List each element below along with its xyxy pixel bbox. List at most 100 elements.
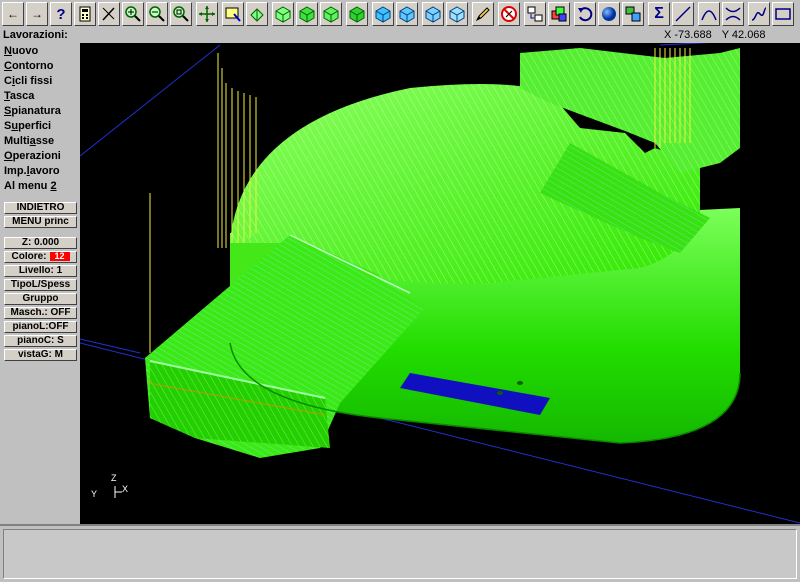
- indietro-button[interactable]: INDIETRO: [4, 202, 77, 214]
- menu-item-text: ontorno: [11, 60, 54, 72]
- menu-item[interactable]: Imp.lavoro: [4, 165, 60, 177]
- cube-icon: [399, 6, 415, 23]
- menu-princ-button[interactable]: MENU princ: [4, 216, 77, 228]
- rotate-view-button[interactable]: [246, 2, 268, 26]
- menu-item[interactable]: Multiasse: [4, 135, 54, 147]
- transfer-button[interactable]: [524, 2, 546, 26]
- status-bar: Lavorazioni: X -73.688 Y 42.068: [0, 29, 800, 43]
- menu-item[interactable]: Nuovo: [4, 45, 38, 57]
- menu-item-hotkey: 2: [50, 180, 57, 192]
- arc-button[interactable]: [698, 2, 720, 26]
- layers-icon: [551, 6, 567, 22]
- workpiece-model: [145, 48, 741, 458]
- intersect-button[interactable]: [722, 2, 744, 26]
- menu-item-hotkey: N: [4, 45, 12, 57]
- view-cube-6-button[interactable]: [396, 2, 418, 26]
- z-axis-label: Z: [111, 473, 117, 483]
- pan-icon: [199, 6, 215, 22]
- zoom-in-button[interactable]: [122, 2, 144, 26]
- z-value-button[interactable]: Z: 0.000: [4, 237, 77, 249]
- menu-item-text: asca: [9, 90, 35, 102]
- view-cube-4-button[interactable]: [346, 2, 368, 26]
- select-window-icon: [225, 7, 241, 22]
- arrow-left-icon: ←: [7, 7, 19, 21]
- view-cube-2-button[interactable]: [296, 2, 318, 26]
- pan-button[interactable]: [196, 2, 218, 26]
- left-panel: Nuovo Contorno Cicli fissi Tasca Spianatura S…: [0, 43, 80, 524]
- select-window-button[interactable]: [222, 2, 244, 26]
- spline-button[interactable]: [748, 2, 770, 26]
- menu-item[interactable]: Operazioni: [4, 150, 61, 162]
- menu-item-hotkey: O: [4, 150, 13, 162]
- menu-item-text: Multi: [4, 135, 30, 147]
- menu-item-text: Imp.: [4, 165, 27, 177]
- y-axis-label: Y: [91, 489, 97, 499]
- rectangle-button[interactable]: [772, 2, 794, 26]
- window-arrange-button[interactable]: [622, 2, 644, 26]
- menu-item[interactable]: Contorno: [4, 60, 54, 72]
- arrow-right-icon: →: [31, 7, 43, 21]
- undo-button[interactable]: [574, 2, 596, 26]
- line-icon: [675, 6, 691, 22]
- livello-button[interactable]: Livello: 1: [4, 265, 77, 277]
- back-button[interactable]: ←: [2, 2, 24, 26]
- forward-button[interactable]: →: [26, 2, 48, 26]
- colore-label: Colore:: [11, 251, 47, 263]
- help-icon: ?: [56, 5, 66, 23]
- help-button[interactable]: ?: [50, 2, 72, 26]
- command-area: [0, 524, 800, 582]
- menu-item[interactable]: Cicli fissi: [4, 75, 52, 87]
- axis-triad: Z Y X: [91, 473, 128, 499]
- calculator-icon: [79, 6, 91, 22]
- menu-item[interactable]: Tasca: [4, 90, 34, 102]
- tipo-spess-button[interactable]: TipoL/Spess: [4, 279, 77, 291]
- measure-button[interactable]: [98, 2, 120, 26]
- cube-icon: [275, 6, 291, 23]
- view-cube-3-button[interactable]: [320, 2, 342, 26]
- menu-item[interactable]: Al menu 2: [4, 180, 57, 192]
- line-button[interactable]: [672, 2, 694, 26]
- pencil-icon: [475, 7, 490, 22]
- y-coordinate: Y 42.068: [721, 29, 766, 41]
- view-cube-7-button[interactable]: [422, 2, 444, 26]
- sigma-icon: Σ: [654, 5, 664, 22]
- cube-icon: [425, 6, 441, 23]
- menu-item[interactable]: Spianatura: [4, 105, 61, 117]
- status-label: Lavorazioni:: [3, 29, 68, 41]
- cube-icon: [349, 6, 365, 23]
- menu-item-text: cli fissi: [15, 75, 53, 87]
- command-input[interactable]: [3, 529, 797, 579]
- vista-g-button[interactable]: vistaG: M: [4, 349, 77, 361]
- intersect-icon: [725, 7, 741, 21]
- render-button[interactable]: [598, 2, 620, 26]
- cube-icon: [299, 6, 315, 23]
- spline-icon: [751, 7, 767, 21]
- calculator-button[interactable]: [74, 2, 96, 26]
- coordinate-readout: X -73.688 Y 42.068: [664, 29, 776, 41]
- piano-c-button[interactable]: pianoC: S: [4, 335, 77, 347]
- windows-icon: [625, 6, 641, 22]
- piano-l-button[interactable]: pianoL:OFF: [4, 321, 77, 333]
- zoom-window-button[interactable]: [170, 2, 192, 26]
- menu-item-text: perfici: [18, 120, 52, 132]
- pencil-button[interactable]: [472, 2, 494, 26]
- cube-icon: [375, 6, 391, 23]
- view-cube-1-button[interactable]: [272, 2, 294, 26]
- colore-button[interactable]: Colore: 12: [4, 251, 77, 263]
- sum-button[interactable]: Σ: [648, 2, 670, 26]
- maschera-button[interactable]: Masch.: OFF: [4, 307, 77, 319]
- menu-item[interactable]: Superfici: [4, 120, 51, 132]
- menu-item-text: C: [4, 75, 12, 87]
- cancel-button[interactable]: [498, 2, 520, 26]
- layers-button[interactable]: [548, 2, 570, 26]
- menu-item-text: pianatura: [11, 105, 61, 117]
- transfer-icon: [527, 6, 543, 22]
- toolbar: ← → ? Σ: [0, 0, 800, 30]
- view-cube-5-button[interactable]: [372, 2, 394, 26]
- zoom-out-button[interactable]: [146, 2, 168, 26]
- sphere-icon: [602, 7, 616, 21]
- view-cube-8-button[interactable]: [446, 2, 468, 26]
- gruppo-button[interactable]: Gruppo: [4, 293, 77, 305]
- arc-icon: [701, 10, 717, 21]
- 3d-viewport[interactable]: Z Y X: [80, 43, 800, 524]
